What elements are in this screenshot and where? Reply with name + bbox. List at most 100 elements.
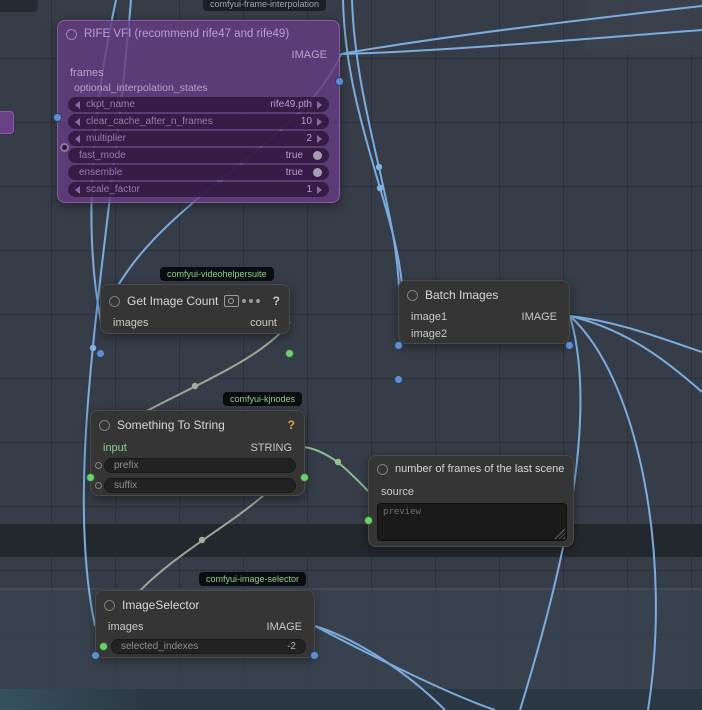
- widget-value: 2: [306, 133, 312, 144]
- node-title: Something To String: [117, 418, 225, 432]
- input-slot-optional-states[interactable]: [60, 143, 69, 152]
- widget-scale-factor[interactable]: scale_factor 1: [68, 182, 329, 197]
- input-slot-images[interactable]: [91, 651, 100, 660]
- input-slot-selected-indexes[interactable]: [99, 642, 108, 651]
- canvas-band-dark: [0, 524, 702, 557]
- input-label: frames: [70, 67, 104, 79]
- widget-value: -2: [287, 641, 296, 652]
- badge-videohelpersuite: comfyui-videohelpersuite: [160, 267, 274, 281]
- input-slot-source[interactable]: [364, 516, 373, 525]
- offscreen-purple-node-fragment[interactable]: [0, 111, 14, 134]
- preview-textarea[interactable]: [377, 503, 567, 541]
- widget-selected-indexes[interactable]: selected_indexes -2: [111, 639, 306, 654]
- node-something-to-string[interactable]: Something To String ? input STRING prefi…: [90, 410, 305, 496]
- dot-icon: [249, 299, 253, 303]
- input-row-optional-states: optional_interpolation_states: [58, 80, 339, 96]
- output-label: STRING: [250, 442, 292, 454]
- node-get-image-count[interactable]: Get Image Count ? images count: [100, 284, 290, 334]
- node-title: ImageSelector: [122, 598, 199, 612]
- link-to-batch-image2: [343, 0, 403, 333]
- input-slot-frames[interactable]: [53, 113, 62, 122]
- node-image-selector[interactable]: ImageSelector images IMAGE selected_inde…: [95, 590, 315, 658]
- input-label: input: [103, 442, 127, 454]
- output-slot-string[interactable]: [300, 473, 309, 482]
- arrow-left-icon[interactable]: [75, 101, 80, 109]
- collapse-toggle[interactable]: [66, 29, 77, 40]
- video-icon: [224, 295, 239, 307]
- input-label: image2: [411, 328, 447, 340]
- widget-input-dot[interactable]: [95, 482, 102, 489]
- node-rife-vfi[interactable]: RIFE VFI (recommend rife47 and rife49) I…: [57, 20, 340, 203]
- output-row-image: IMAGE: [58, 47, 339, 63]
- arrow-right-icon[interactable]: [317, 135, 322, 143]
- output-slot-image[interactable]: [565, 341, 574, 350]
- slot-row: image1 IMAGE: [399, 309, 569, 325]
- widget-label: scale_factor: [86, 184, 140, 195]
- slot-row: images IMAGE: [96, 619, 314, 635]
- badge-image-selector: comfyui-image-selector: [199, 572, 306, 586]
- widget-multiplier[interactable]: multiplier 2: [68, 131, 329, 146]
- offscreen-node-fragment: [0, 0, 38, 12]
- input-slot-images[interactable]: [96, 349, 105, 358]
- node-frames-note[interactable]: number of frames of the last scene sourc…: [368, 455, 574, 547]
- help-icon[interactable]: ?: [273, 294, 280, 308]
- widget-label: fast_mode: [79, 150, 126, 161]
- canvas-patch-topright: [585, 0, 702, 55]
- node-title: Get Image Count: [127, 294, 218, 308]
- widget-input-dot[interactable]: [95, 462, 102, 469]
- node-batch-images[interactable]: Batch Images image1 IMAGE image2: [398, 280, 570, 344]
- collapse-toggle[interactable]: [104, 600, 115, 611]
- arrow-left-icon[interactable]: [75, 118, 80, 126]
- collapse-toggle[interactable]: [109, 296, 120, 307]
- node-title: Batch Images: [425, 288, 498, 302]
- input-label: images: [113, 317, 148, 329]
- collapse-toggle[interactable]: [99, 420, 110, 431]
- widget-value: true: [286, 150, 303, 161]
- input-row-frames: frames: [58, 65, 339, 81]
- slot-row: image2: [399, 326, 569, 342]
- slot-row: source: [369, 484, 573, 500]
- node-title: number of frames of the last scene: [395, 463, 564, 475]
- arrow-right-icon[interactable]: [317, 101, 322, 109]
- widget-label: ckpt_name: [86, 99, 135, 110]
- link-batch-out-1: [570, 316, 702, 352]
- input-label: source: [381, 486, 414, 498]
- input-slot-input[interactable]: [86, 473, 95, 482]
- slot-row: images count: [101, 315, 289, 331]
- comfyui-graph-canvas[interactable]: RIFE VFI (recommend rife47 and rife49) I…: [0, 0, 702, 710]
- input-slot-image1[interactable]: [394, 341, 403, 350]
- widget-label: ensemble: [79, 167, 122, 178]
- arrow-right-icon[interactable]: [317, 186, 322, 194]
- output-slot-count[interactable]: [285, 349, 294, 358]
- dot-icon: [242, 299, 246, 303]
- output-label: IMAGE: [267, 621, 302, 633]
- widget-ensemble[interactable]: ensemble true: [68, 165, 329, 180]
- vhs-title-icons[interactable]: [224, 295, 260, 307]
- output-label: IMAGE: [292, 49, 327, 61]
- input-label: images: [108, 621, 143, 633]
- arrow-left-icon[interactable]: [75, 135, 80, 143]
- help-icon[interactable]: ?: [288, 418, 295, 432]
- widget-value: rife49.pth: [270, 99, 312, 110]
- widget-clear-cache[interactable]: clear_cache_after_n_frames 10: [68, 114, 329, 129]
- widget-ckpt-name[interactable]: ckpt_name rife49.pth: [68, 97, 329, 112]
- link-string-to-source: [305, 447, 368, 491]
- input-slot-image2[interactable]: [394, 375, 403, 384]
- dot-icon: [256, 299, 260, 303]
- widget-prefix[interactable]: prefix: [104, 458, 296, 473]
- widget-label: selected_indexes: [121, 641, 198, 652]
- arrow-left-icon[interactable]: [75, 186, 80, 194]
- canvas-band-bottom: [0, 689, 702, 710]
- collapse-toggle[interactable]: [377, 464, 388, 475]
- widget-suffix[interactable]: suffix: [104, 478, 296, 493]
- slot-row: input STRING: [91, 440, 304, 456]
- node-title: RIFE VFI (recommend rife47 and rife49): [84, 28, 289, 40]
- widget-label: multiplier: [86, 133, 126, 144]
- widget-value: 10: [301, 116, 312, 127]
- widget-fast-mode[interactable]: fast_mode true: [68, 148, 329, 163]
- toggle-icon[interactable]: [313, 168, 322, 177]
- collapse-toggle[interactable]: [407, 290, 418, 301]
- toggle-icon[interactable]: [313, 151, 322, 160]
- output-slot-image[interactable]: [310, 651, 319, 660]
- arrow-right-icon[interactable]: [317, 118, 322, 126]
